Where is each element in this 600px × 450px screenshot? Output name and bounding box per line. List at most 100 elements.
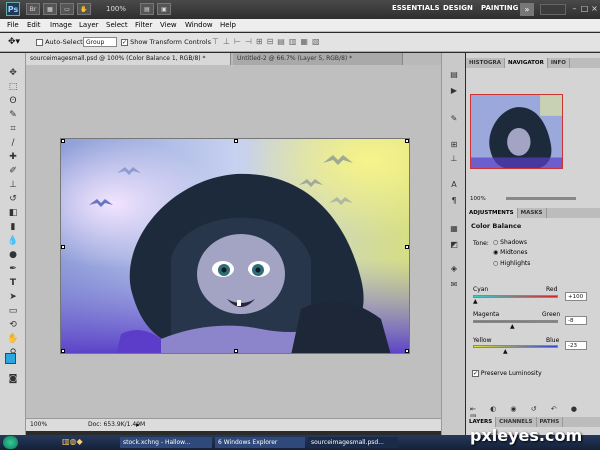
workspace-design[interactable]: DESIGN xyxy=(443,4,473,12)
dodge-tool[interactable]: ● xyxy=(6,249,20,262)
preserve-luminosity-option[interactable]: ✓ Preserve Luminosity xyxy=(472,370,542,377)
cyan-red-thumb[interactable]: ▲ xyxy=(473,298,478,305)
type-tool[interactable]: T xyxy=(6,277,20,290)
gradient-tool[interactable]: ▮ xyxy=(6,221,20,234)
preserve-luminosity-checkbox[interactable]: ✓ xyxy=(472,370,479,377)
brush-tool[interactable]: ✐ xyxy=(6,165,20,178)
navigator-zoom-slider[interactable] xyxy=(506,197,576,200)
blur-tool[interactable]: 💧 xyxy=(6,235,20,248)
menu-select[interactable]: Select xyxy=(106,20,128,31)
healing-brush-tool[interactable]: ✚ xyxy=(6,151,20,164)
tone-shadows-radio[interactable]: ○ Shadows xyxy=(493,239,527,246)
document-image[interactable] xyxy=(60,138,410,354)
transform-handle[interactable] xyxy=(405,139,409,143)
transform-handle[interactable] xyxy=(234,349,238,353)
move-tool[interactable]: ✥ xyxy=(6,67,20,80)
menu-view[interactable]: View xyxy=(160,20,177,31)
cyan-red-value[interactable]: +100 xyxy=(565,292,587,301)
hand-tool-icon[interactable]: ✋ xyxy=(77,3,91,15)
tab-untitled-2[interactable]: Untitled-2 @ 66.7% (Layer 5, RGB/8) * xyxy=(233,53,403,65)
cyan-red-slider[interactable] xyxy=(473,295,558,298)
move-tool-icon[interactable]: ✥▾ xyxy=(8,37,20,47)
taskbar-item-explorer[interactable]: 6 Windows Explorer xyxy=(215,437,305,448)
eraser-tool[interactable]: ◧ xyxy=(6,207,20,220)
transform-handle[interactable] xyxy=(405,349,409,353)
history-panel-icon[interactable]: ▤ xyxy=(448,69,460,80)
quick-launch-icons[interactable]: ▥◍◆ xyxy=(62,437,83,446)
transform-handle[interactable] xyxy=(61,349,65,353)
mini-bridge-icon[interactable]: ▦ xyxy=(43,3,57,15)
tool-presets-icon[interactable]: ⊞ xyxy=(448,139,460,150)
clone-stamp-tool[interactable]: ⊥ xyxy=(6,179,20,192)
transform-handle[interactable] xyxy=(61,245,65,249)
navigator-zoom-value[interactable]: 100% xyxy=(470,196,486,202)
history-brush-tool[interactable]: ↺ xyxy=(6,193,20,206)
tab-navigator[interactable]: NAVIGATOR xyxy=(505,58,548,68)
auto-select-option[interactable]: Auto-Select: xyxy=(36,38,85,46)
brush-presets-icon[interactable]: ✎ xyxy=(448,113,460,124)
menu-file[interactable]: File xyxy=(7,20,19,31)
tab-sourceimagesmall[interactable]: sourceimagesmall.psd @ 100% (Color Balan… xyxy=(26,53,231,65)
search-field[interactable] xyxy=(540,4,566,15)
yellow-blue-value[interactable]: -23 xyxy=(565,341,587,350)
bridge-icon[interactable]: Br xyxy=(26,3,40,15)
lasso-tool[interactable]: ʘ xyxy=(6,95,20,108)
pen-tool[interactable]: ✒ xyxy=(6,263,20,276)
status-arrow-icon[interactable]: ▸ xyxy=(136,419,140,431)
magenta-green-value[interactable]: -8 xyxy=(565,316,587,325)
magenta-green-slider[interactable] xyxy=(473,320,558,323)
minimize-icon[interactable]: – xyxy=(570,3,579,14)
tab-adjustments[interactable]: ADJUSTMENTS xyxy=(466,208,518,218)
transform-handle[interactable] xyxy=(405,245,409,249)
taskbar-item-photoshop[interactable]: sourceimagesmall.psd... xyxy=(308,437,398,448)
swatches-icon[interactable]: ▦ xyxy=(448,223,460,234)
tab-masks[interactable]: MASKS xyxy=(518,208,547,218)
paragraph-panel-icon[interactable]: ¶ xyxy=(448,195,460,206)
align-buttons[interactable]: ⊤⊥⊢⊣⊞⊟▤▥▦▧ xyxy=(212,37,324,46)
marquee-tool[interactable]: ⬚ xyxy=(6,81,20,94)
magenta-green-thumb[interactable]: ▲ xyxy=(510,323,515,330)
menu-image[interactable]: Image xyxy=(50,20,72,31)
close-icon[interactable]: × xyxy=(590,3,599,14)
quick-mask-icon[interactable]: ◙ xyxy=(6,373,20,386)
actions-panel-icon[interactable]: ▶ xyxy=(448,85,460,96)
transform-handle[interactable] xyxy=(61,139,65,143)
crop-tool[interactable]: ⌗ xyxy=(6,123,20,136)
hand-tool[interactable]: ✋ xyxy=(6,333,20,346)
auto-select-checkbox[interactable] xyxy=(36,38,43,46)
quick-selection-tool[interactable]: ✎ xyxy=(6,109,20,122)
auto-select-dropdown[interactable]: Group xyxy=(83,37,117,47)
workspace-painting[interactable]: PAINTING xyxy=(481,4,518,12)
workspace-essentials[interactable]: ESSENTIALS xyxy=(392,4,440,12)
tone-highlights-radio[interactable]: ○ Highlights xyxy=(493,260,530,267)
3d-panel-icon[interactable]: ◈ xyxy=(448,263,460,274)
menu-edit[interactable]: Edit xyxy=(27,20,41,31)
eyedropper-tool[interactable]: ∕ xyxy=(6,137,20,150)
yellow-blue-slider[interactable] xyxy=(473,345,558,348)
menu-help[interactable]: Help xyxy=(220,20,236,31)
navigator-thumbnail[interactable] xyxy=(470,94,563,169)
screen-mode-icon[interactable]: ▣ xyxy=(157,3,171,15)
tone-midtones-radio[interactable]: ◉ Midtones xyxy=(493,249,527,256)
clone-source-icon[interactable]: ⊥ xyxy=(448,153,460,164)
maximize-icon[interactable]: □ xyxy=(580,3,589,14)
path-selection-tool[interactable]: ➤ xyxy=(6,291,20,304)
foreground-color-swatch[interactable] xyxy=(5,353,16,364)
zoom-level-select[interactable]: 100% xyxy=(103,3,135,15)
arrange-documents-icon[interactable]: ▤ xyxy=(140,3,154,15)
3d-rotate-tool[interactable]: ⟲ xyxy=(6,319,20,332)
more-workspaces-button[interactable]: » xyxy=(520,3,534,16)
menu-layer[interactable]: Layer xyxy=(79,20,99,31)
tab-info[interactable]: INFO xyxy=(548,58,570,68)
status-zoom[interactable]: 100% xyxy=(30,419,47,431)
yellow-blue-thumb[interactable]: ▲ xyxy=(503,348,508,355)
menu-window[interactable]: Window xyxy=(185,20,213,31)
styles-icon[interactable]: ◩ xyxy=(448,239,460,250)
view-extras-icon[interactable]: ▭ xyxy=(60,3,74,15)
tab-histogram[interactable]: HISTOGRA xyxy=(466,58,506,68)
show-transform-checkbox[interactable]: ✓ xyxy=(121,38,128,46)
menu-filter[interactable]: Filter xyxy=(135,20,152,31)
start-button[interactable] xyxy=(3,436,18,449)
character-panel-icon[interactable]: A xyxy=(448,179,460,190)
shape-tool[interactable]: ▭ xyxy=(6,305,20,318)
